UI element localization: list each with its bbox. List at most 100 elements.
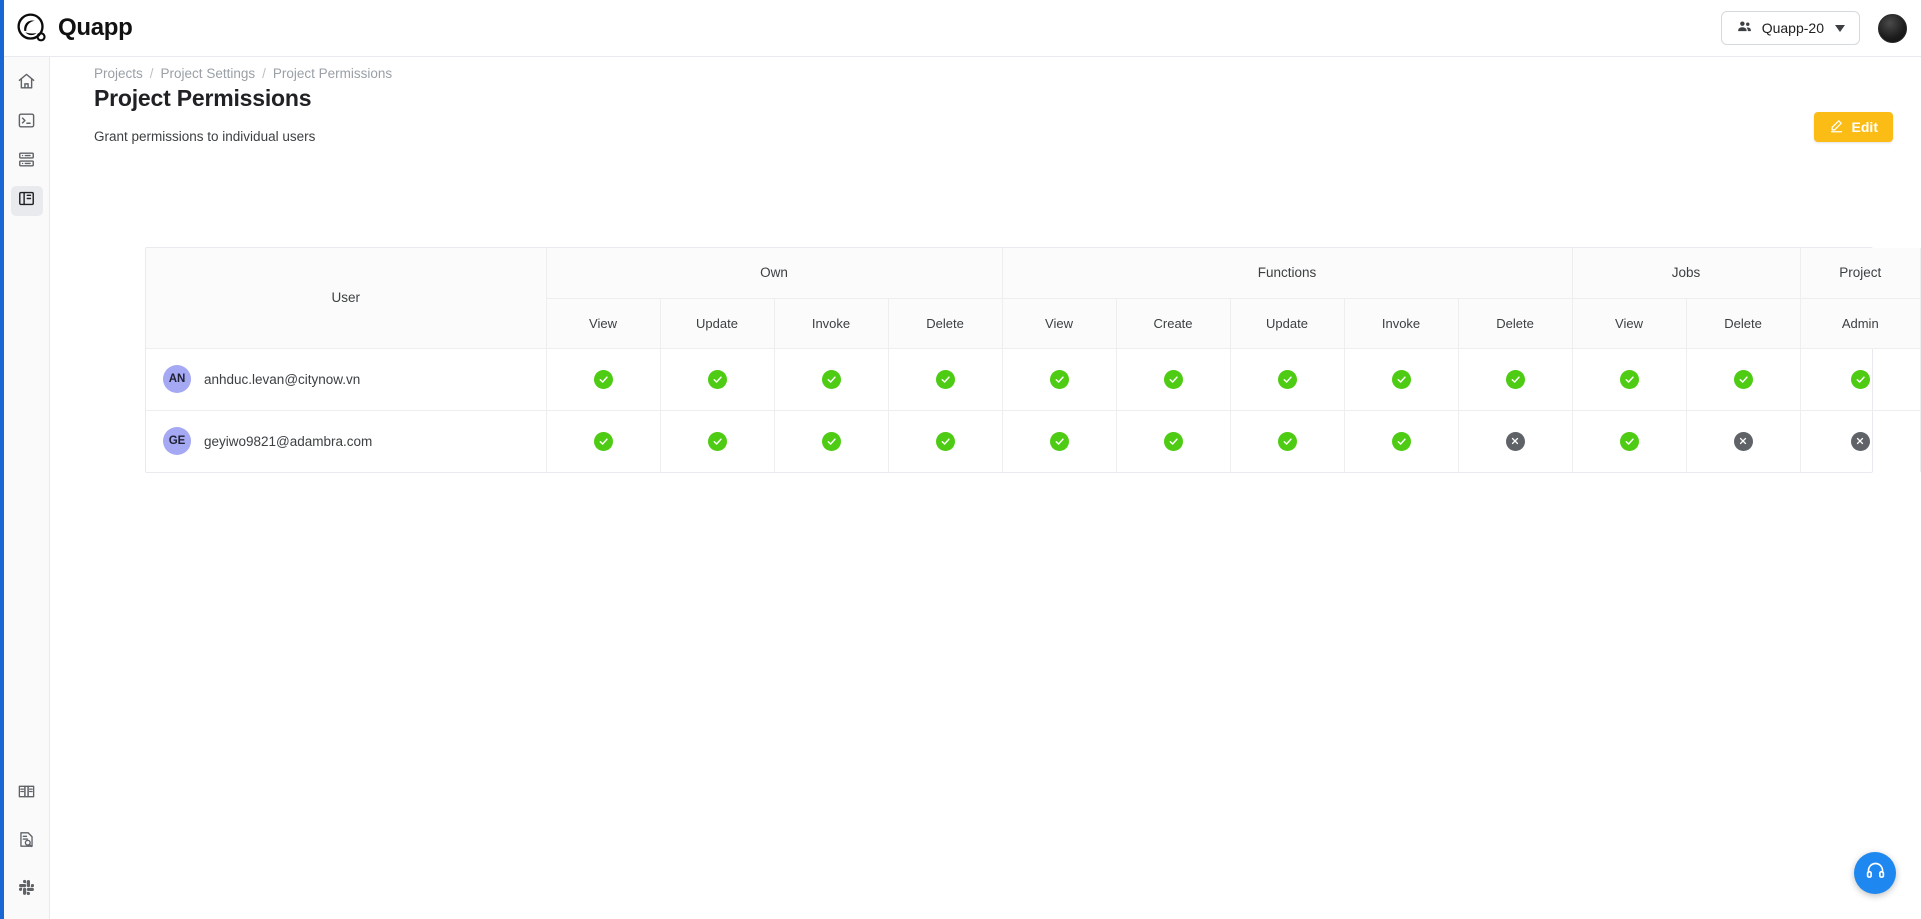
- permission-cell-delete[interactable]: [1458, 348, 1573, 411]
- open-book-icon: [17, 782, 36, 806]
- page-title: Project Permissions: [94, 85, 312, 111]
- check-circle-icon: [1391, 369, 1411, 389]
- check-circle-icon: [1619, 431, 1639, 451]
- check-circle-icon: [593, 369, 613, 389]
- permission-cell-invoke[interactable]: [774, 410, 889, 472]
- permission-cell-invoke[interactable]: [1344, 348, 1459, 411]
- column-header-user: User: [146, 248, 547, 349]
- x-circle-icon: [1733, 431, 1753, 451]
- breadcrumb-item-project-permissions[interactable]: Project Permissions: [273, 66, 392, 81]
- pencil-edit-icon: [1829, 118, 1844, 136]
- slack-icon: [17, 878, 36, 902]
- permissions-table: User Own Functions Jobs Project View Update I…: [146, 248, 1921, 472]
- people-group-icon: [1736, 18, 1753, 38]
- permission-cell-delete[interactable]: [1686, 410, 1801, 472]
- check-circle-icon: [1049, 431, 1069, 451]
- column-header-6-update: Update: [1230, 298, 1345, 349]
- column-header-5-create: Create: [1116, 298, 1231, 349]
- sidebar-item-project[interactable]: [10, 186, 43, 216]
- permission-cell-invoke[interactable]: [774, 348, 889, 411]
- edit-button[interactable]: Edit: [1813, 112, 1893, 142]
- permission-cell-view[interactable]: [1002, 410, 1117, 472]
- permission-cell-update[interactable]: [1230, 348, 1345, 411]
- sidebar-item-terminal[interactable]: [11, 108, 43, 138]
- support-chat-button[interactable]: [1854, 852, 1896, 894]
- user-email: geyiwo9821@adambra.com: [204, 433, 373, 449]
- permission-cell-invoke[interactable]: [1344, 410, 1459, 472]
- column-header-3-delete: Delete: [888, 298, 1003, 349]
- check-circle-icon: [1163, 431, 1183, 451]
- permission-cell-create[interactable]: [1116, 348, 1231, 411]
- sidebar-item-audit-logs[interactable]: [11, 827, 43, 857]
- permission-cell-view[interactable]: [546, 348, 661, 411]
- table-group-header-row: User Own Functions Jobs Project: [146, 248, 1921, 349]
- permission-cell-delete[interactable]: [888, 348, 1003, 411]
- org-switcher-button[interactable]: Quapp-20: [1720, 11, 1860, 45]
- column-group-header-functions: Functions: [1002, 248, 1573, 299]
- permission-cell-delete[interactable]: [1686, 348, 1801, 411]
- column-group-header-project: Project: [1800, 248, 1921, 299]
- permission-cell-create[interactable]: [1116, 410, 1231, 472]
- page-content: Projects / Project Settings / Project Pe…: [50, 57, 1921, 919]
- column-group-header-own: Own: [546, 248, 1003, 299]
- check-circle-icon: [1277, 431, 1297, 451]
- check-circle-icon: [935, 431, 955, 451]
- breadcrumb-separator: /: [262, 66, 266, 81]
- column-group-header-jobs: Jobs: [1572, 248, 1801, 299]
- check-circle-icon: [593, 431, 613, 451]
- user-email: anhduc.levan@citynow.vn: [204, 371, 361, 387]
- page-subtitle: Grant permissions to individual users: [94, 129, 316, 144]
- permission-cell-admin[interactable]: [1800, 348, 1921, 411]
- breadcrumb-separator: /: [149, 66, 154, 81]
- permission-cell-admin[interactable]: [1800, 410, 1920, 472]
- avatar: AN: [163, 365, 191, 393]
- table-row: GE geyiwo9821@adambra.com: [146, 410, 1920, 472]
- permissions-table-container: User Own Functions Jobs Project View Update I…: [145, 247, 1921, 473]
- breadcrumb-item-projects[interactable]: Projects: [94, 66, 143, 81]
- quapp-logo-icon: [16, 12, 49, 45]
- column-header-8-delete: Delete: [1458, 298, 1573, 349]
- check-circle-icon: [1505, 369, 1525, 389]
- chevron-down-icon: [1835, 24, 1845, 32]
- headset-icon: [1865, 860, 1886, 886]
- edit-button-label: Edit: [1851, 119, 1878, 135]
- sidebar-item-slack[interactable]: [11, 875, 43, 905]
- org-switcher-label: Quapp-20: [1761, 20, 1824, 36]
- sidebar-item-docs[interactable]: [11, 779, 43, 809]
- table-head: User Own Functions Jobs Project View Update I…: [146, 248, 1921, 349]
- permission-cell-view[interactable]: [1572, 410, 1687, 472]
- avatar: GE: [163, 427, 191, 456]
- x-circle-icon: [1850, 431, 1870, 451]
- sidebar-item-storage[interactable]: [11, 147, 43, 177]
- permission-cell-view[interactable]: [546, 410, 661, 472]
- user-cell: AN anhduc.levan@citynow.vn: [146, 348, 547, 411]
- permission-cell-view[interactable]: [1002, 348, 1117, 411]
- document-search-icon: [17, 830, 36, 854]
- table-body: AN anhduc.levan@citynow.vn GE geyiwo9821@ad…: [146, 348, 1921, 472]
- check-circle-icon: [707, 369, 727, 389]
- check-circle-icon: [1391, 431, 1411, 451]
- check-circle-icon: [1619, 369, 1639, 389]
- check-circle-icon: [1733, 369, 1753, 389]
- permission-cell-update[interactable]: [1230, 410, 1345, 472]
- permission-cell-delete[interactable]: [888, 410, 1003, 472]
- left-sidebar: [4, 57, 50, 919]
- permission-cell-view[interactable]: [1572, 348, 1687, 411]
- sidebar-item-home[interactable]: [11, 69, 43, 99]
- user-avatar[interactable]: [1878, 13, 1907, 43]
- check-circle-icon: [821, 369, 841, 389]
- check-circle-icon: [1049, 369, 1069, 389]
- permission-cell-delete[interactable]: [1458, 410, 1573, 472]
- breadcrumb: Projects / Project Settings / Project Pe…: [94, 66, 392, 81]
- kanban-board-icon: [17, 189, 36, 213]
- permission-cell-update[interactable]: [660, 348, 775, 411]
- permission-cell-update[interactable]: [660, 410, 775, 472]
- brand-logo-group[interactable]: Quapp: [16, 12, 133, 45]
- check-circle-icon: [1163, 369, 1183, 389]
- check-circle-icon: [1277, 369, 1297, 389]
- column-header-10-delete: Delete: [1686, 298, 1801, 349]
- breadcrumb-item-project-settings[interactable]: Project Settings: [161, 66, 256, 81]
- column-header-9-view: View: [1572, 298, 1687, 349]
- column-header-7-invoke: Invoke: [1344, 298, 1459, 349]
- user-cell: GE geyiwo9821@adambra.com: [146, 410, 547, 472]
